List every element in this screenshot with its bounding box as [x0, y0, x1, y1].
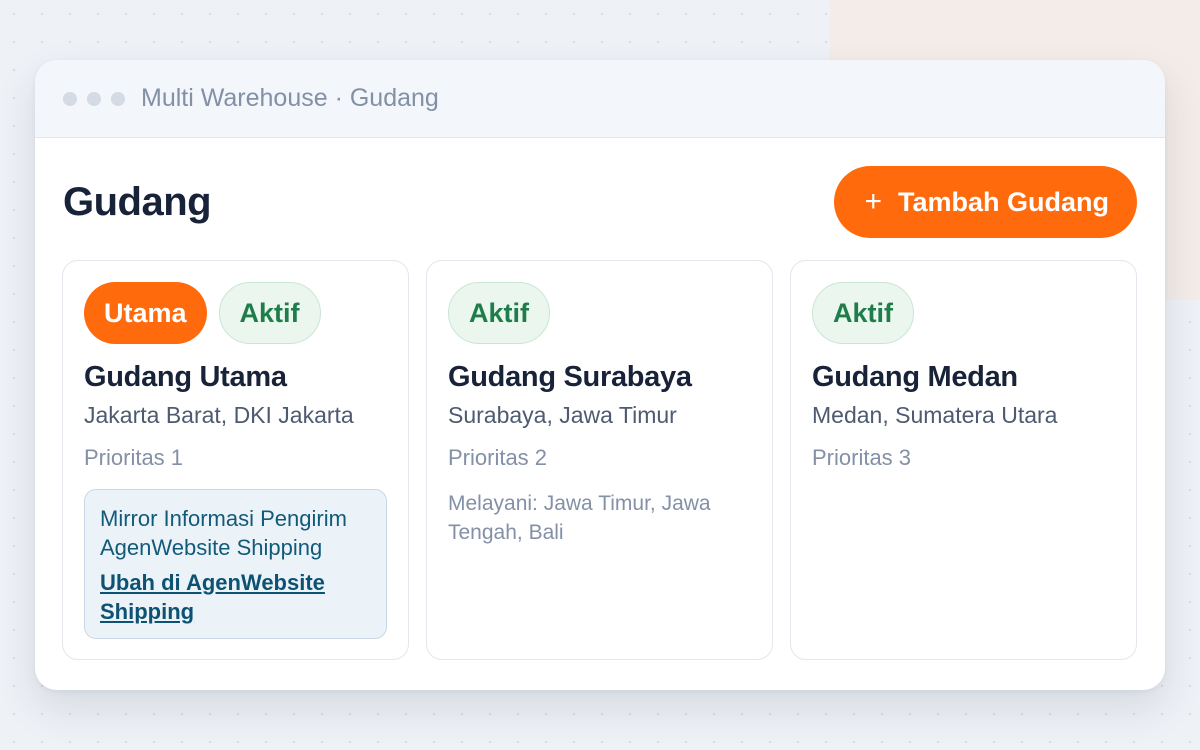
badge-group: Aktif: [812, 282, 1115, 344]
warehouse-location: Jakarta Barat, DKI Jakarta: [84, 402, 354, 428]
edit-in-agenwebsite-link[interactable]: Ubah di AgenWebsite Shipping: [100, 568, 371, 626]
plus-icon: +: [864, 185, 882, 218]
warehouse-priority: Prioritas 1: [84, 445, 184, 470]
warehouse-card[interactable]: Aktif Gudang Surabaya Surabaya, Jawa Tim…: [426, 260, 773, 660]
service-area: Melayani: Jawa Timur, Jawa Tengah, Bali: [448, 492, 711, 544]
window-titlebar: Multi Warehouse · Gudang: [35, 60, 1165, 138]
window-dot-icon: [111, 91, 125, 106]
warehouse-card[interactable]: Utama Aktif Gudang Utama Jakarta Barat, …: [62, 260, 409, 660]
status-badge: Aktif: [448, 282, 550, 344]
warehouse-location: Surabaya, Jawa Timur: [448, 402, 677, 428]
page-title: Gudang: [63, 179, 212, 224]
add-warehouse-label: Tambah Gudang: [897, 186, 1109, 217]
page-header: Gudang + Tambah Gudang: [63, 166, 1137, 238]
status-badge: Aktif: [218, 282, 321, 344]
warehouse-list: Utama Aktif Gudang Utama Jakarta Barat, …: [62, 260, 1137, 660]
status-badge: Aktif: [812, 282, 914, 344]
warehouse-card[interactable]: Aktif Gudang Medan Medan, Sumatera Utara…: [790, 260, 1137, 660]
mirror-info-box: Mirror Informasi Pengirim AgenWebsite Sh…: [84, 489, 387, 639]
badge-group: Utama Aktif: [84, 282, 387, 344]
add-warehouse-button[interactable]: + Tambah Gudang: [834, 166, 1137, 238]
window-dot-icon: [87, 91, 101, 106]
warehouse-priority: Prioritas 2: [448, 445, 548, 470]
mirror-info-text: Mirror Informasi Pengirim AgenWebsite Sh…: [100, 506, 347, 560]
window-dot-icon: [63, 91, 77, 106]
badge-group: Aktif: [448, 282, 751, 344]
warehouse-name: Gudang Surabaya: [448, 361, 692, 393]
warehouse-priority: Prioritas 3: [812, 445, 912, 470]
warehouse-name: Gudang Medan: [812, 361, 1018, 393]
window-title: Multi Warehouse · Gudang: [141, 84, 439, 112]
warehouse-location: Medan, Sumatera Utara: [812, 402, 1058, 428]
app-window: Multi Warehouse · Gudang Gudang + Tambah…: [35, 60, 1165, 690]
warehouse-name: Gudang Utama: [84, 361, 287, 393]
primary-badge: Utama: [84, 282, 207, 344]
